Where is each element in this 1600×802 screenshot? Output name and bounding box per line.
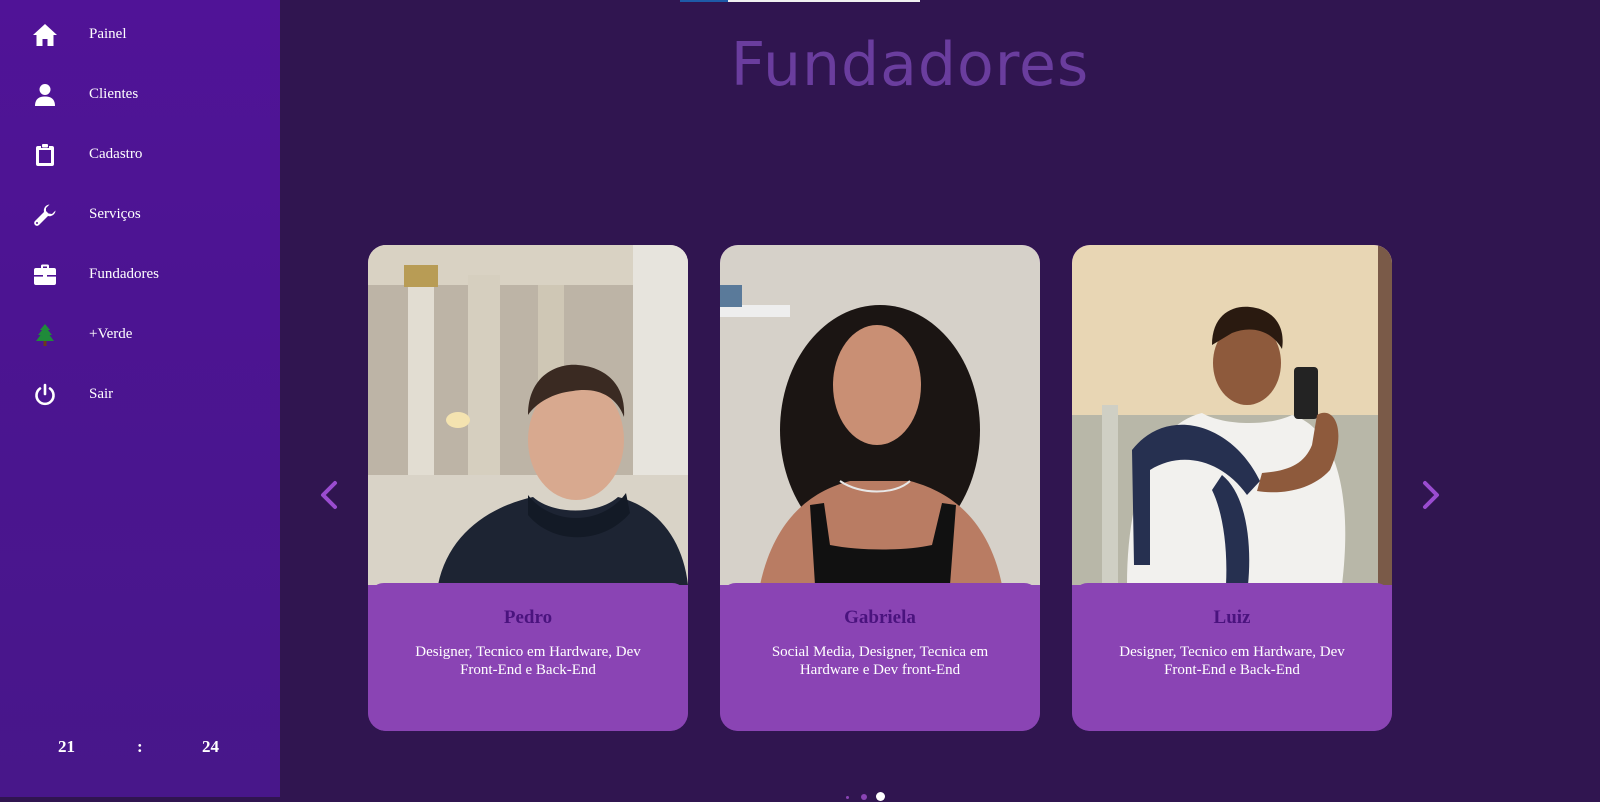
founder-card-gabriela: Gabriela Social Media, Designer, Tecnica… [720,245,1040,731]
sidebar-item-sair[interactable]: Sair [0,374,280,414]
user-icon [32,82,58,108]
sidebar-item-cadastro[interactable]: Cadastro [0,134,280,174]
carousel-dot[interactable] [861,794,867,800]
founder-photo [368,245,688,585]
founder-role: Designer, Tecnico em Hardware, Dev Front… [415,644,641,678]
power-icon [32,382,58,408]
wrench-icon [32,202,58,228]
sidebar-item-label: Cadastro [89,146,143,162]
page-title: Fundadores [730,30,1090,100]
sidebar-item-label: Serviços [89,206,141,222]
founder-name: Gabriela [844,607,916,628]
founder-card-body: Pedro Designer, Tecnico em Hardware, Dev… [368,583,688,731]
sidebar: Painel Clientes Cadastro Serviços Fundad… [0,0,280,797]
carousel-next-button[interactable] [1418,478,1444,512]
chevron-left-icon [321,481,337,509]
founder-card-body: Gabriela Social Media, Designer, Tecnica… [720,583,1040,731]
tree-icon [32,322,58,348]
sidebar-item-label: Sair [89,386,114,402]
sidebar-item-painel[interactable]: Painel [0,14,280,54]
founder-photo [1072,245,1392,585]
clock: 21 : 24 [0,737,280,761]
top-strip [728,0,920,2]
founder-name: Luiz [1213,607,1251,628]
carousel-prev-button[interactable] [316,478,342,512]
clock-minutes: 24 [202,737,219,756]
top-strip-accent [680,0,728,2]
founder-card-pedro: Pedro Designer, Tecnico em Hardware, Dev… [368,245,688,731]
sidebar-item-verde[interactable]: +Verde [0,314,280,354]
founder-card-luiz: Luiz Designer, Tecnico em Hardware, Dev … [1072,245,1392,731]
sidebar-item-label: +Verde [89,326,133,342]
clock-separator: : [137,737,143,756]
founder-name: Pedro [503,607,553,628]
clipboard-icon [32,142,58,168]
founder-photo [720,245,1040,585]
founder-role: Designer, Tecnico em Hardware, Dev Front… [1119,644,1345,678]
sidebar-item-label: Fundadores [89,266,159,282]
home-icon [32,22,58,48]
founder-card-body: Luiz Designer, Tecnico em Hardware, Dev … [1072,583,1392,731]
sidebar-item-fundadores[interactable]: Fundadores [0,254,280,294]
sidebar-item-clientes[interactable]: Clientes [0,74,280,114]
clock-hours: 21 [58,737,75,756]
founder-role: Social Media, Designer, Tecnica em Hardw… [771,644,989,678]
sidebar-item-label: Painel [89,26,127,42]
chevron-right-icon [1423,481,1439,509]
sidebar-item-label: Clientes [89,86,139,102]
briefcase-icon [32,262,58,288]
carousel-dot-active[interactable] [876,792,885,801]
sidebar-item-servicos[interactable]: Serviços [0,194,280,234]
carousel-dot[interactable] [846,796,849,799]
